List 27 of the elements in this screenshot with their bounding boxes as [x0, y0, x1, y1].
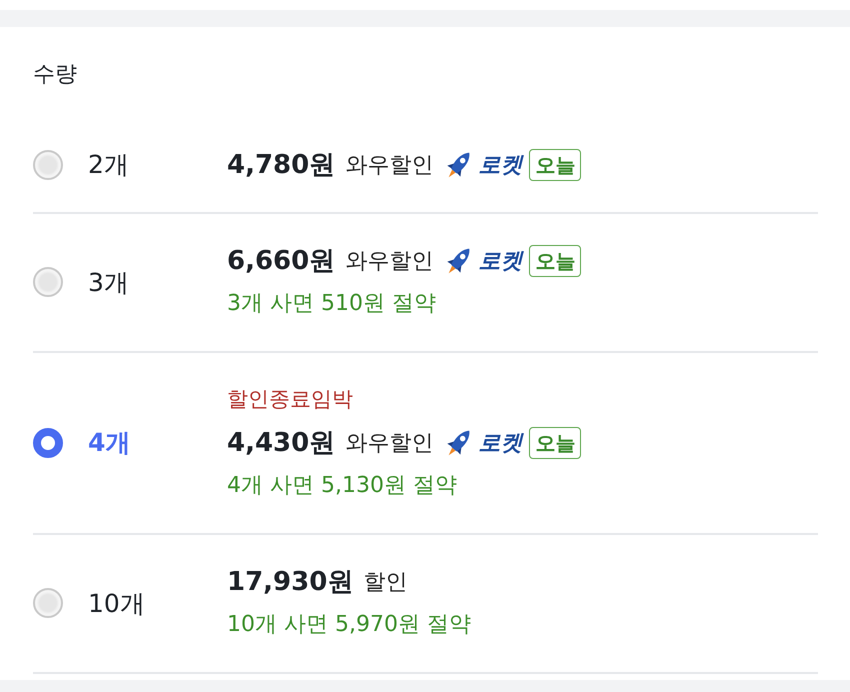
quantity-label: 4개: [88, 427, 130, 459]
savings-text: 3개 사면 510원 절약: [227, 290, 436, 318]
radio-button[interactable]: [33, 267, 63, 297]
radio-button[interactable]: [33, 150, 63, 180]
radio-button[interactable]: [33, 428, 63, 458]
section-title: 수량: [33, 61, 77, 89]
delivery-tag: 오늘: [529, 426, 582, 458]
discount-label: 할인: [363, 568, 408, 596]
price-text: 17,930원: [227, 566, 354, 599]
radio-button[interactable]: [33, 588, 63, 618]
quantity-label: 10개: [88, 588, 145, 620]
discount-label: 와우할인: [345, 152, 434, 180]
discount-label: 와우할인: [345, 248, 434, 276]
delivery-brand: 로켓: [478, 152, 522, 180]
price-text: 4,780원: [227, 149, 336, 182]
quantity-label: 3개: [88, 266, 129, 298]
savings-text: 10개 사면 5,970원 절약: [227, 611, 471, 639]
discount-label: 와우할인: [345, 430, 434, 458]
price-text: 6,660원: [227, 245, 336, 278]
delivery-tag: 오늘: [529, 148, 582, 180]
delivery-tag: 오늘: [529, 244, 582, 276]
delivery-brand: 로켓: [478, 430, 522, 458]
delivery-brand: 로켓: [478, 248, 522, 276]
quantity-label: 2개: [88, 149, 129, 181]
price-text: 4,430원: [227, 427, 336, 460]
notice-text: 할인종료임박: [227, 386, 353, 413]
savings-text: 4개 사면 5,130원 절약: [227, 472, 457, 500]
